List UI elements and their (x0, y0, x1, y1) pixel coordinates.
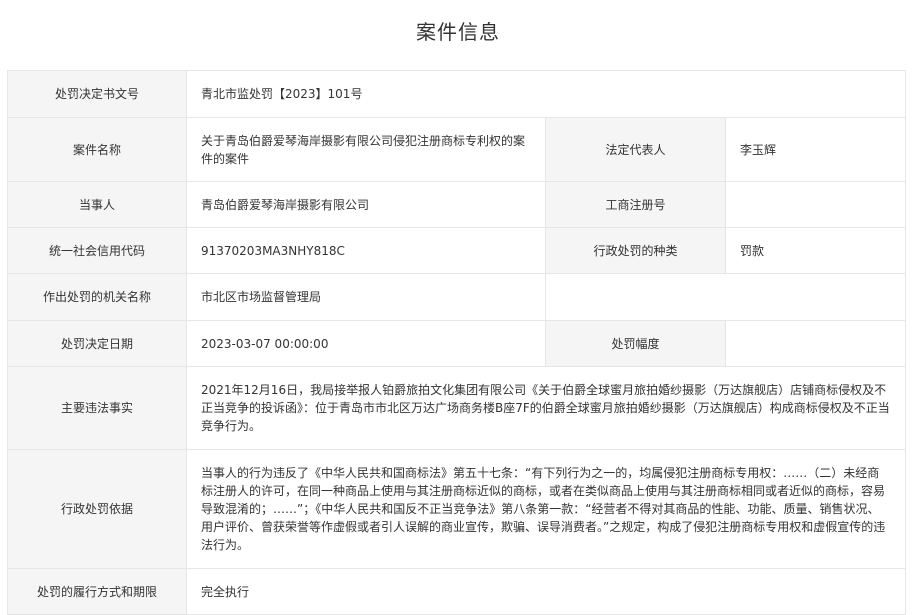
legal-rep-label: 法定代表人 (545, 117, 726, 182)
party-label: 当事人 (7, 181, 187, 228)
case-info-table: 处罚决定书文号 青北市监处罚【2023】101号 案件名称 关于青岛伯爵爱琴海岸… (7, 70, 906, 615)
row-party: 当事人 青岛伯爵爱琴海岸摄影有限公司 工商注册号 (7, 181, 906, 228)
row-credit-code: 统一社会信用代码 91370203MA3NHY818C 行政处罚的种类 罚款 (7, 227, 906, 274)
credit-code-label: 统一社会信用代码 (7, 227, 187, 274)
authority-empty-cell (545, 273, 906, 321)
legal-rep-value: 李玉辉 (725, 117, 906, 182)
reg-no-label: 工商注册号 (545, 181, 726, 228)
row-authority: 作出处罚的机关名称 市北区市场监督管理局 (7, 273, 906, 321)
reg-no-value (725, 181, 906, 228)
decision-no-value: 青北市监处罚【2023】101号 (186, 70, 906, 118)
row-decision-no: 处罚决定书文号 青北市监处罚【2023】101号 (7, 70, 906, 118)
decision-date-label: 处罚决定日期 (7, 320, 187, 367)
authority-value: 市北区市场监督管理局 (186, 273, 546, 321)
decision-date-value: 2023-03-07 00:00:00 (186, 320, 546, 367)
facts-value: 2021年12月16日，我局接举报人铂爵旅拍文化集团有限公司《关于伯爵全球蜜月旅… (186, 366, 906, 450)
penalty-type-value: 罚款 (725, 227, 906, 274)
basis-label: 行政处罚依据 (7, 449, 187, 569)
credit-code-value: 91370203MA3NHY818C (186, 227, 546, 274)
row-basis: 行政处罚依据 当事人的行为违反了《中华人民共和国商标法》第五十七条：“有下列行为… (7, 449, 906, 569)
decision-no-label: 处罚决定书文号 (7, 70, 187, 118)
facts-label: 主要违法事实 (7, 366, 187, 450)
execution-value: 完全执行 (186, 568, 906, 615)
basis-value: 当事人的行为违反了《中华人民共和国商标法》第五十七条：“有下列行为之一的，均属侵… (186, 449, 906, 569)
row-case-name: 案件名称 关于青岛伯爵爱琴海岸摄影有限公司侵犯注册商标专利权的案件的案件 法定代… (7, 117, 906, 182)
authority-label: 作出处罚的机关名称 (7, 273, 187, 321)
party-value: 青岛伯爵爱琴海岸摄影有限公司 (186, 181, 546, 228)
case-name-label: 案件名称 (7, 117, 187, 182)
row-facts: 主要违法事实 2021年12月16日，我局接举报人铂爵旅拍文化集团有限公司《关于… (7, 366, 906, 450)
case-name-value: 关于青岛伯爵爱琴海岸摄影有限公司侵犯注册商标专利权的案件的案件 (186, 117, 546, 182)
penalty-range-label: 处罚幅度 (545, 320, 726, 367)
penalty-type-label: 行政处罚的种类 (545, 227, 726, 274)
row-execution: 处罚的履行方式和期限 完全执行 (7, 568, 906, 615)
execution-label: 处罚的履行方式和期限 (7, 568, 187, 615)
row-decision-date: 处罚决定日期 2023-03-07 00:00:00 处罚幅度 (7, 320, 906, 367)
penalty-range-value (725, 320, 906, 367)
page-title: 案件信息 (416, 20, 500, 44)
